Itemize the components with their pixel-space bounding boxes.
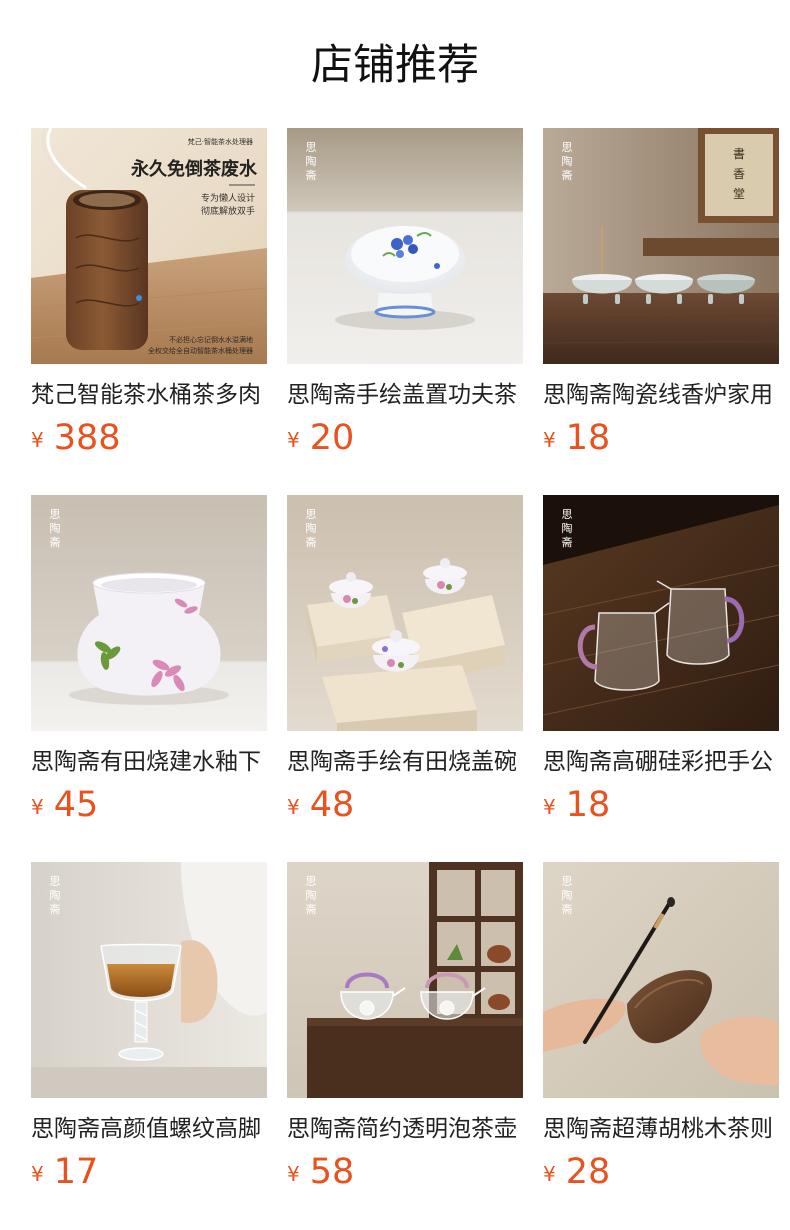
currency-symbol: ¥ [31,428,44,452]
price-value: 18 [565,418,611,458]
section-title: 店铺推荐 [310,40,479,89]
product-image[interactable]: 思 陶 斋 [287,128,523,364]
glass-teapot-photo: 思 陶 斋 [287,862,523,1098]
svg-text:斋: 斋 [562,535,573,549]
product-card[interactable]: 思 陶 斋 思陶斋简约透明泡茶壶 ¥58 [287,862,523,1229]
svg-text:陶: 陶 [562,521,573,535]
gaiwan-set-photo: 思 陶 斋 [287,495,523,731]
svg-text:梵己·智能茶水处理器: 梵己·智能茶水处理器 [188,137,253,146]
product-name[interactable]: 思陶斋高颜值螺纹高脚 [31,1112,267,1146]
svg-text:陶: 陶 [306,154,317,168]
product-price: ¥45 [31,785,98,825]
currency-symbol: ¥ [287,795,300,819]
kensui-bowl-photo: 思 陶 斋 [31,495,267,731]
product-name[interactable]: 思陶斋简约透明泡茶壶 [287,1112,523,1146]
brand-watermark: 思 [306,141,317,154]
spiral-glass-photo: 思 陶 斋 [31,862,267,1098]
product-card[interactable]: 思 陶 斋 思陶斋超薄胡桃木茶则 ¥28 [543,862,779,1229]
svg-text:专为懒人设计: 专为懒人设计 [201,192,255,204]
product-price: ¥58 [287,1152,354,1192]
product-card[interactable]: 梵己·智能茶水处理器 永久免倒茶废水 专为懒人设计 彻底解放双手 不必担心忘记倒… [31,128,267,495]
product-price: ¥18 [543,418,610,458]
product-card[interactable]: 思 陶 斋 思陶斋手绘盖置功夫茶 ¥20 [287,128,523,495]
brand-watermark: 思 [306,875,317,888]
svg-text:全权交给全自动智能茶水桶处理器: 全权交给全自动智能茶水桶处理器 [148,346,253,355]
brand-watermark: 思 [50,508,61,521]
svg-text:陶: 陶 [50,521,61,535]
product-image[interactable]: 書 香 堂 思 陶 斋 [543,128,779,364]
glass-pitcher-photo: 思 陶 斋 [543,495,779,731]
brand-watermark: 思 [562,508,573,521]
product-image[interactable]: 思 陶 斋 [543,862,779,1098]
brand-watermark: 思 [50,875,61,888]
tea-bucket-photo: 梵己·智能茶水处理器 永久免倒茶废水 专为懒人设计 彻底解放双手 不必担心忘记倒… [31,128,267,364]
product-price: ¥17 [31,1152,98,1192]
svg-text:斋: 斋 [306,535,317,549]
product-price: ¥18 [543,785,610,825]
svg-text:不必担心忘记倒水水溢满地: 不必担心忘记倒水水溢满地 [169,335,253,344]
svg-text:斋: 斋 [306,902,317,916]
product-price: ¥48 [287,785,354,825]
svg-text:香: 香 [733,167,745,181]
svg-text:斋: 斋 [50,902,61,916]
svg-text:斋: 斋 [50,535,61,549]
svg-text:陶: 陶 [562,888,573,902]
product-name[interactable]: 思陶斋高硼硅彩把手公 [543,745,779,779]
brand-watermark: 思 [306,508,317,521]
price-value: 28 [565,1152,611,1192]
product-card[interactable]: 思 陶 斋 思陶斋高颜值螺纹高脚 ¥17 [31,862,267,1229]
product-card[interactable]: 書 香 堂 思 陶 斋 思陶斋陶瓷线香炉家用 ¥ 18 [543,128,779,495]
svg-text:陶: 陶 [562,154,573,168]
product-name[interactable]: 思陶斋有田烧建水釉下 [31,745,267,779]
price-value: 17 [53,1152,99,1192]
product-name[interactable]: 思陶斋手绘有田烧盖碗 [287,745,523,779]
currency-symbol: ¥ [31,1162,44,1186]
currency-symbol: ¥ [543,428,556,452]
svg-text:陶: 陶 [306,888,317,902]
product-image[interactable]: 思 陶 斋 [31,495,267,731]
currency-symbol: ¥ [543,1162,556,1186]
price-value: 20 [309,418,355,458]
price-value: 48 [309,785,355,825]
svg-text:書: 書 [733,147,745,161]
product-card[interactable]: 思 陶 斋 思陶斋高硼硅彩把手公 ¥18 [543,495,779,862]
brand-watermark: 思 [562,875,573,888]
price-value: 58 [309,1152,355,1192]
svg-text:斋: 斋 [562,168,573,182]
product-card[interactable]: 思 陶 斋 思陶斋有田烧建水釉下 ¥45 [31,495,267,862]
svg-text:斋: 斋 [562,902,573,916]
product-card[interactable]: 思 陶 斋 思陶斋手绘有田烧盖碗 ¥48 [287,495,523,862]
product-image[interactable]: 梵己·智能茶水处理器 永久免倒茶废水 专为懒人设计 彻底解放双手 不必担心忘记倒… [31,128,267,364]
walnut-scoop-photo: 思 陶 斋 [543,862,779,1098]
product-name[interactable]: 梵己智能茶水桶茶多肉 [31,378,267,412]
product-name[interactable]: 思陶斋超薄胡桃木茶则 [543,1112,779,1146]
currency-symbol: ¥ [31,795,44,819]
product-image[interactable]: 思 陶 斋 [287,862,523,1098]
currency-symbol: ¥ [287,1162,300,1186]
currency-symbol: ¥ [287,428,300,452]
product-name[interactable]: 思陶斋陶瓷线香炉家用 [543,378,779,412]
svg-text:堂: 堂 [733,187,745,201]
svg-text:斋: 斋 [306,168,317,182]
price-value: 45 [53,785,99,825]
currency-symbol: ¥ [543,795,556,819]
incense-burner-photo: 書 香 堂 思 陶 斋 [543,128,779,364]
product-price: ¥388 [31,418,121,458]
price-value: 388 [53,418,121,458]
svg-text:永久免倒茶废水: 永久免倒茶废水 [130,158,258,180]
product-price: ¥20 [287,418,354,458]
svg-text:彻底解放双手: 彻底解放双手 [201,205,255,217]
svg-text:陶: 陶 [306,521,317,535]
lid-rest-photo: 思 陶 斋 [287,128,523,364]
product-image[interactable]: 思 陶 斋 [543,495,779,731]
product-price: ¥28 [543,1152,610,1192]
product-grid: 梵己·智能茶水处理器 永久免倒茶废水 专为懒人设计 彻底解放双手 不必担心忘记倒… [31,128,779,1229]
product-image[interactable]: 思 陶 斋 [287,495,523,731]
svg-text:陶: 陶 [50,888,61,902]
product-image[interactable]: 思 陶 斋 [31,862,267,1098]
product-name[interactable]: 思陶斋手绘盖置功夫茶 [287,378,523,412]
brand-watermark: 思 [562,141,573,154]
price-value: 18 [565,785,611,825]
shop-recommendations-page: 店铺推荐 梵己·智能茶水处理器 永久免倒茶废水 专为懒人设计 彻底解放双手 不必… [0,0,790,1230]
